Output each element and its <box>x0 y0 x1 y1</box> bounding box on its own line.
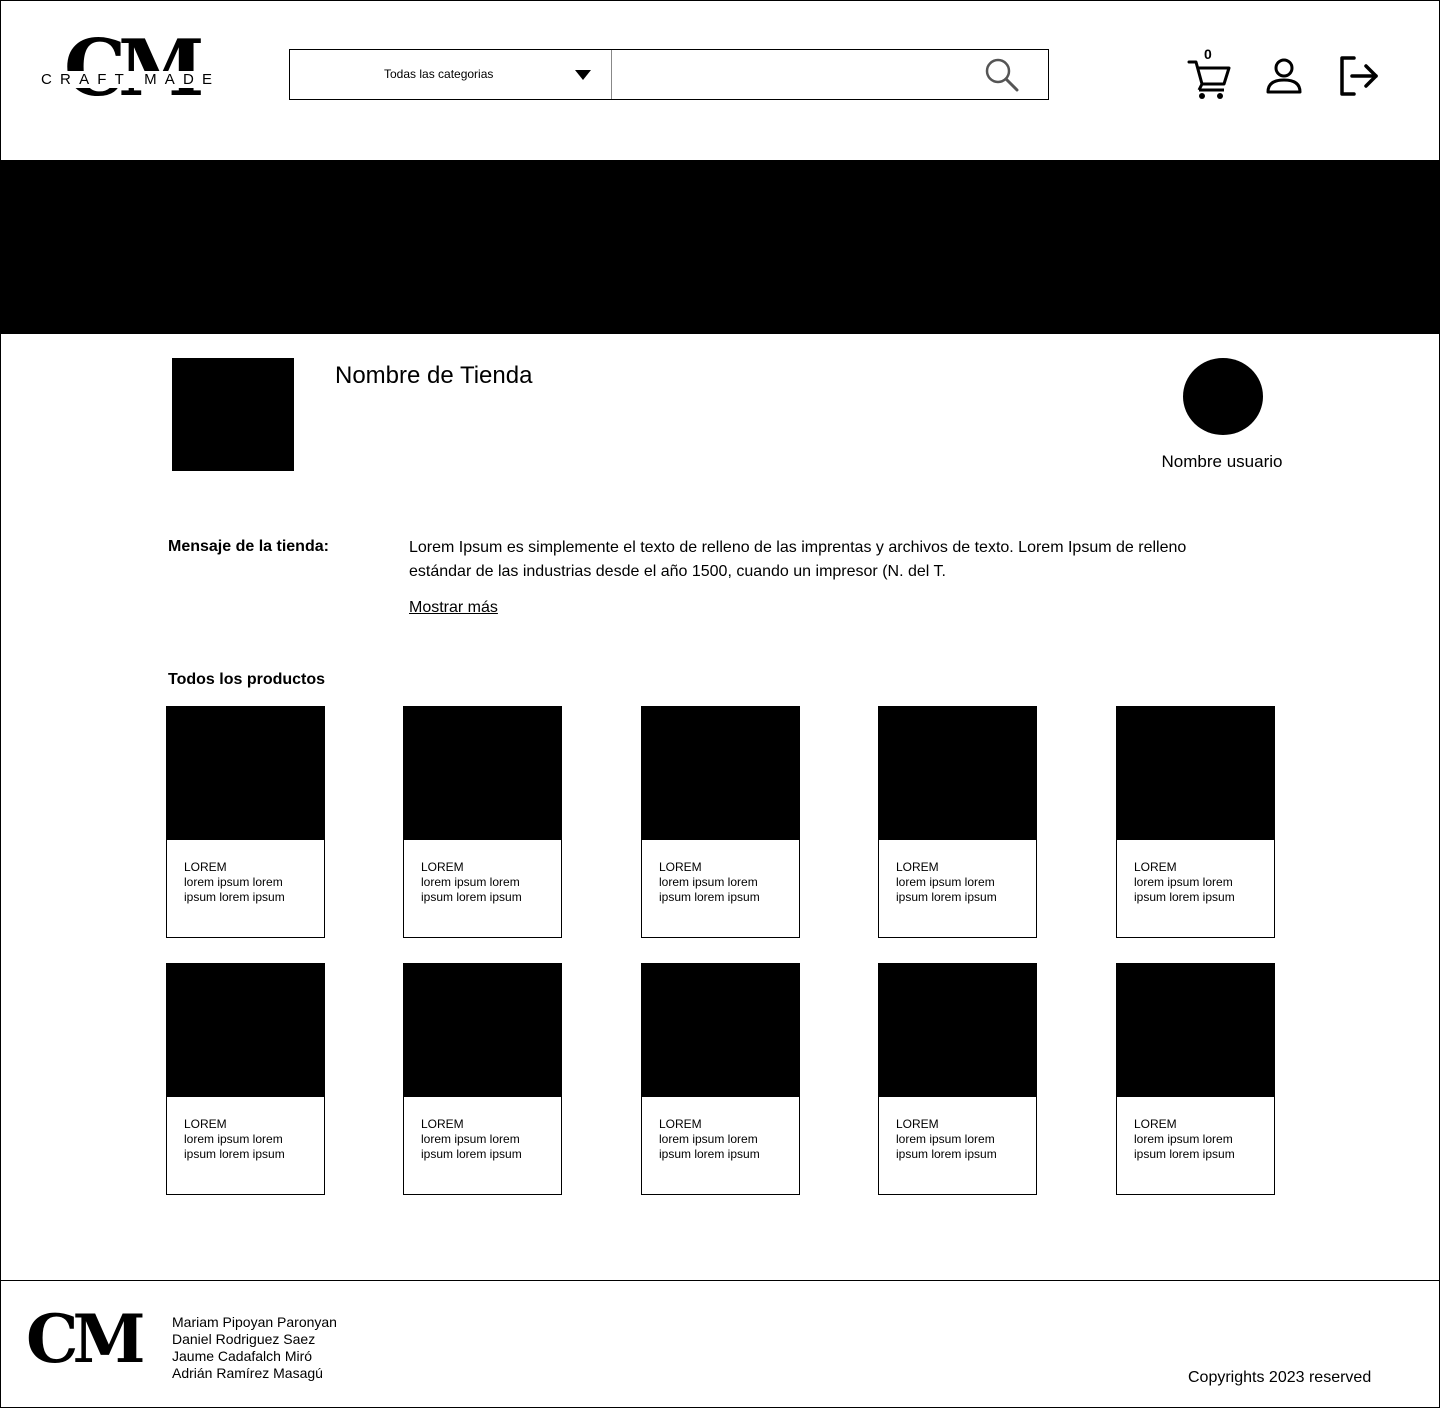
copyright-text: Copyrights 2023 reserved <box>1188 1369 1372 1386</box>
product-title: LOREM <box>896 860 939 874</box>
user-icon[interactable] <box>1264 56 1304 96</box>
user-avatar[interactable] <box>1183 358 1263 435</box>
product-description: lorem ipsum lorem ipsum lorem ipsum <box>896 1132 997 1161</box>
product-description: lorem ipsum lorem ipsum lorem ipsum <box>184 1132 285 1161</box>
product-info: LOREM lorem ipsum lorem ipsum lorem ipsum <box>421 1117 551 1162</box>
product-info: LOREM lorem ipsum lorem ipsum lorem ipsum <box>896 1117 1026 1162</box>
product-title: LOREM <box>184 1117 227 1131</box>
product-image <box>1116 963 1275 1097</box>
cart-icon <box>1187 60 1231 99</box>
product-image <box>166 963 325 1097</box>
caret-down-icon <box>575 70 591 80</box>
show-more-link[interactable]: Mostrar más <box>409 599 498 617</box>
product-info: LOREM lorem ipsum lorem ipsum lorem ipsum <box>659 860 789 905</box>
product-description: lorem ipsum lorem ipsum lorem ipsum <box>184 875 285 904</box>
footer-authors: Mariam Pipoyan Paronyan Daniel Rodriguez… <box>172 1314 337 1382</box>
products-section-title: Todos los productos <box>168 671 326 688</box>
product-card[interactable]: LOREM lorem ipsum lorem ipsum lorem ipsum <box>166 706 325 938</box>
product-description: lorem ipsum lorem ipsum lorem ipsum <box>421 1132 522 1161</box>
category-select-label: Todas las categorias <box>384 67 494 81</box>
product-image <box>166 706 325 840</box>
search-icon[interactable] <box>984 57 1020 93</box>
product-image <box>878 706 1037 840</box>
shop-message-label: Mensaje de la tienda: <box>168 538 329 555</box>
product-info: LOREM lorem ipsum lorem ipsum lorem ipsum <box>896 860 1026 905</box>
search-bar: Todas las categorias <box>289 49 1049 100</box>
product-card[interactable]: LOREM lorem ipsum lorem ipsum lorem ipsum <box>403 706 562 938</box>
product-info: LOREM lorem ipsum lorem ipsum lorem ipsum <box>1134 1117 1264 1162</box>
product-description: lorem ipsum lorem ipsum lorem ipsum <box>421 875 522 904</box>
author-name: Jaume Cadafalch Miró <box>172 1348 313 1364</box>
product-title: LOREM <box>1134 1117 1177 1131</box>
product-image <box>403 706 562 840</box>
search-input[interactable] <box>612 50 1048 99</box>
product-title: LOREM <box>184 860 227 874</box>
product-card[interactable]: LOREM lorem ipsum lorem ipsum lorem ipsum <box>878 706 1037 938</box>
product-title: LOREM <box>659 1117 702 1131</box>
product-description: lorem ipsum lorem ipsum lorem ipsum <box>896 875 997 904</box>
header: CM CRAFT MADE Todas las categorias 0 <box>0 0 1440 160</box>
product-info: LOREM lorem ipsum lorem ipsum lorem ipsum <box>421 860 551 905</box>
product-info: LOREM lorem ipsum lorem ipsum lorem ipsum <box>184 860 314 905</box>
cart-button[interactable]: 0 <box>1186 46 1234 100</box>
craft-made-logo[interactable]: CM CRAFT MADE <box>40 30 240 116</box>
product-image <box>878 963 1037 1097</box>
author-name: Mariam Pipoyan Paronyan <box>172 1314 337 1330</box>
logout-icon[interactable] <box>1336 54 1380 98</box>
username: Nombre usuario <box>1161 452 1283 471</box>
product-card[interactable]: LOREM lorem ipsum lorem ipsum lorem ipsum <box>403 963 562 1195</box>
product-image <box>641 706 800 840</box>
product-info: LOREM lorem ipsum lorem ipsum lorem ipsum <box>659 1117 789 1162</box>
product-card[interactable]: LOREM lorem ipsum lorem ipsum lorem ipsum <box>1116 706 1275 938</box>
author-name: Daniel Rodriguez Saez <box>172 1331 316 1347</box>
product-description: lorem ipsum lorem ipsum lorem ipsum <box>659 1132 760 1161</box>
footer-divider <box>0 1280 1440 1281</box>
product-card[interactable]: LOREM lorem ipsum lorem ipsum lorem ipsum <box>166 963 325 1195</box>
product-description: lorem ipsum lorem ipsum lorem ipsum <box>1134 1132 1235 1161</box>
product-card[interactable]: LOREM lorem ipsum lorem ipsum lorem ipsum <box>641 706 800 938</box>
product-description: lorem ipsum lorem ipsum lorem ipsum <box>659 875 760 904</box>
product-title: LOREM <box>421 1117 464 1131</box>
category-select[interactable]: Todas las categorias <box>290 50 612 99</box>
product-info: LOREM lorem ipsum lorem ipsum lorem ipsum <box>1134 860 1264 905</box>
product-description: lorem ipsum lorem ipsum lorem ipsum <box>1134 875 1235 904</box>
product-card[interactable]: LOREM lorem ipsum lorem ipsum lorem ipsum <box>1116 963 1275 1195</box>
shop-name: Nombre de Tienda <box>335 362 533 389</box>
product-image <box>403 963 562 1097</box>
product-card[interactable]: LOREM lorem ipsum lorem ipsum lorem ipsum <box>878 963 1037 1195</box>
logo-mark: CM <box>64 23 204 114</box>
store-banner <box>0 160 1440 334</box>
footer-logo: CM <box>26 1300 146 1378</box>
shop-logo-image <box>172 358 294 471</box>
author-name: Adrián Ramírez Masagú <box>172 1365 323 1381</box>
product-card[interactable]: LOREM lorem ipsum lorem ipsum lorem ipsum <box>641 963 800 1195</box>
product-title: LOREM <box>1134 860 1177 874</box>
shop-message-text: Lorem Ipsum es simplemente el texto de r… <box>409 539 1187 580</box>
product-image <box>1116 706 1275 840</box>
product-image <box>641 963 800 1097</box>
product-title: LOREM <box>659 860 702 874</box>
logo-text: CRAFT MADE <box>40 71 222 88</box>
product-title: LOREM <box>421 860 464 874</box>
product-info: LOREM lorem ipsum lorem ipsum lorem ipsum <box>184 1117 314 1162</box>
product-title: LOREM <box>896 1117 939 1131</box>
